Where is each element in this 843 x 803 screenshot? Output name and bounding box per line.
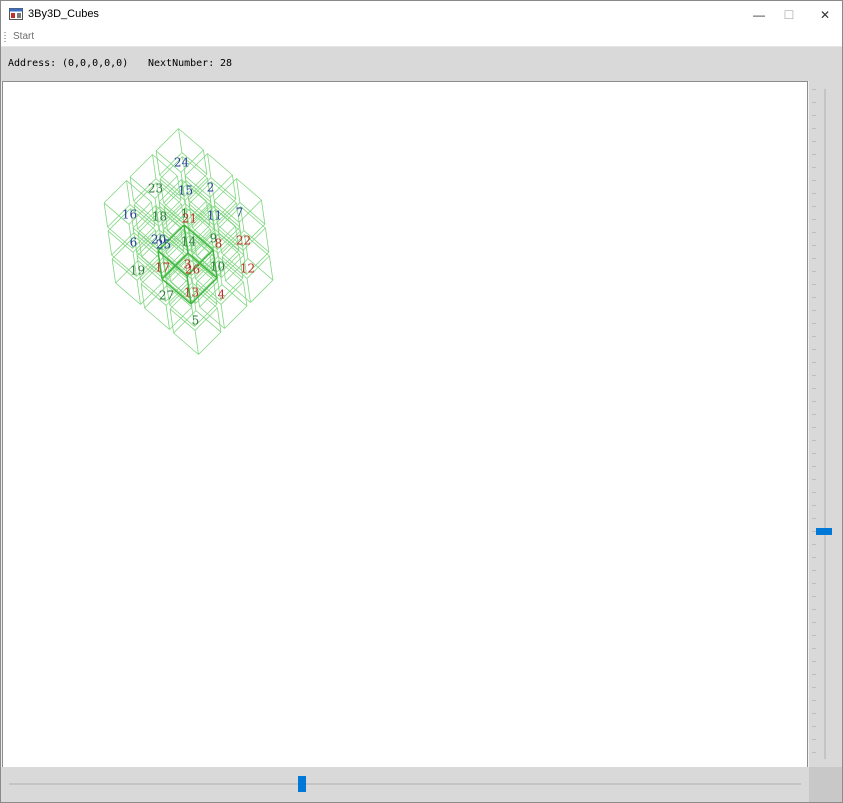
close-icon: ✕ — [819, 8, 831, 22]
menu-item-start[interactable]: Start — [13, 31, 34, 42]
close-button[interactable]: ✕ — [810, 1, 840, 29]
maximize-icon: ☐ — [783, 8, 795, 22]
cube-edge — [207, 153, 233, 176]
cube-edge — [198, 331, 222, 355]
cube-edge — [165, 305, 170, 330]
cell-number: 16 — [122, 208, 137, 222]
cube-edge — [144, 307, 170, 330]
cube-edge — [236, 178, 262, 201]
cell-number: 4 — [218, 288, 226, 302]
cube-edge — [152, 154, 157, 179]
cube-edge — [243, 281, 248, 307]
slider-corner — [809, 767, 842, 802]
address-value: (0,0,0,0,0) — [62, 58, 129, 69]
cell-number: 17 — [155, 261, 170, 275]
app-window: 3By3D_Cubes — ☐ ✕ Start Address: (0,0,0,… — [0, 0, 843, 803]
cube-edge — [140, 283, 145, 309]
cube-edge — [236, 178, 241, 203]
maximize-button[interactable]: ☐ — [774, 1, 804, 29]
cell-number: 5 — [192, 314, 200, 328]
cube-edge — [232, 174, 237, 200]
cube-edge — [178, 128, 183, 153]
cube-edge — [155, 150, 160, 176]
cell-number: 11 — [207, 209, 222, 223]
cell-number: 13 — [184, 286, 199, 300]
cube-edge — [265, 227, 270, 253]
cell-number: 10 — [210, 260, 225, 274]
cube-canvas[interactable]: 16 23 24 20 1 2 3 9 7 6 18 15 17 14 11 13 10 22 19 25 21 27 26… — [2, 81, 808, 768]
cell-number: 2 — [207, 181, 215, 195]
cell-number: 12 — [240, 262, 255, 276]
cube-edge — [269, 255, 274, 281]
cube-edge — [126, 180, 131, 205]
cube-edge — [111, 258, 116, 284]
horizontal-slider-track[interactable] — [9, 783, 801, 785]
cell-number: 22 — [236, 234, 251, 248]
cell-number: 24 — [174, 156, 190, 170]
cube-edge — [103, 202, 108, 228]
horizontal-slider[interactable] — [1, 767, 809, 802]
cell-number: 18 — [152, 210, 167, 224]
cell-number: 7 — [236, 206, 244, 220]
cell-number: 26 — [185, 263, 200, 277]
minimize-button[interactable]: — — [744, 1, 774, 29]
cube-edge — [136, 280, 141, 305]
vertical-slider-thumb[interactable] — [816, 528, 832, 536]
menu-bar: Start — [1, 29, 842, 47]
cube-edge — [107, 230, 112, 256]
horizontal-slider-thumb[interactable] — [298, 776, 307, 792]
vertical-slider-track[interactable] — [824, 89, 826, 759]
next-number-label: NextNumber: — [148, 58, 215, 69]
vertical-slider-ticks — [812, 89, 816, 759]
cube-edge — [246, 278, 251, 303]
cube-edge — [115, 282, 141, 305]
vertical-slider[interactable] — [809, 81, 842, 767]
cube-edge — [239, 202, 266, 225]
cell-number: 8 — [215, 237, 223, 251]
cell-number: 6 — [130, 236, 138, 250]
address-label: Address: — [8, 58, 57, 69]
cell-number: 14 — [181, 235, 197, 249]
cell-number: 23 — [148, 182, 163, 196]
cube-edge — [178, 128, 204, 151]
cube-edge — [210, 177, 237, 200]
status-panel: Address: (0,0,0,0,0) NextNumber: 28 — [1, 47, 842, 81]
cube-wireframe: 1623242012397618151714111310221925212726… — [103, 128, 274, 355]
cube-edge — [173, 332, 199, 355]
minimize-icon: — — [753, 8, 765, 22]
cube-edge — [250, 279, 274, 303]
cube-edge — [261, 199, 266, 225]
next-number-value: 28 — [220, 58, 233, 69]
window-title: 3By3D_Cubes — [28, 8, 99, 20]
cube-edge — [103, 180, 127, 204]
cube-edge — [155, 128, 179, 152]
cell-number: 25 — [156, 238, 171, 252]
app-icon — [9, 8, 23, 20]
cell-number: 15 — [178, 184, 193, 198]
cube-edge — [194, 330, 199, 355]
cube-edge — [224, 305, 248, 329]
cell-number: 21 — [182, 212, 197, 226]
title-bar: 3By3D_Cubes — ☐ ✕ — [1, 1, 842, 29]
menu-grip-icon[interactable] — [4, 32, 6, 43]
cell-number: 19 — [130, 264, 145, 278]
cube-edge — [169, 308, 174, 334]
cube-edge — [217, 307, 222, 333]
cube-edge — [207, 153, 212, 178]
cube-edge — [129, 154, 153, 178]
cube-edge — [203, 149, 208, 175]
cell-number: 27 — [159, 289, 174, 303]
cube-edge — [129, 176, 134, 202]
cube-edge — [220, 304, 225, 329]
